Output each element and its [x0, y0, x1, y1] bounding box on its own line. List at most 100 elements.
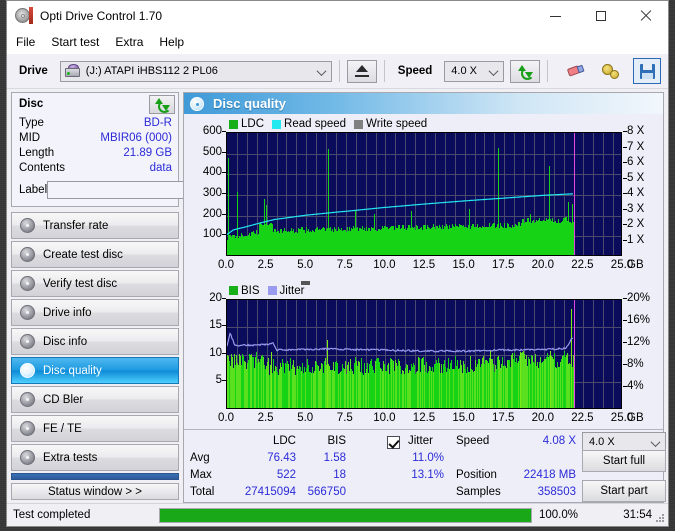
- erase-button[interactable]: [563, 59, 589, 83]
- settings-button[interactable]: [597, 59, 623, 83]
- bis-jitter-chart[interactable]: BIS Jitter 20 15 10 5 20% 16% 12% 8% 4% 0.0 2.5 5.0 7.…: [184, 279, 663, 429]
- sidebar-item-fe-te[interactable]: FE / TE: [11, 415, 179, 442]
- legend-label: LDC: [241, 118, 265, 130]
- legend-item: Read speed: [272, 118, 346, 130]
- y-axis-label-right: 2 X: [623, 218, 644, 230]
- stats-jitter-max: 13.1%: [411, 469, 444, 481]
- window-controls: [533, 1, 668, 31]
- legend-swatch: [272, 119, 282, 129]
- sidebar-item-extra-tests[interactable]: Extra tests: [11, 444, 179, 471]
- minimize-button[interactable]: [533, 1, 578, 31]
- stats-row-label-total: Total: [190, 486, 215, 498]
- axis-tick: [623, 297, 627, 299]
- x-axis-label: 2.5: [257, 411, 274, 424]
- start-full-button[interactable]: Start full: [582, 450, 666, 472]
- axis-tick: [623, 162, 627, 163]
- disc-icon: [20, 421, 35, 436]
- legend-label: Jitter: [279, 284, 305, 297]
- chevron-down-icon: [318, 69, 325, 76]
- menu-help[interactable]: Help: [159, 35, 184, 49]
- stats-row-label-avg: Avg: [190, 452, 210, 464]
- disc-icon: [20, 276, 35, 291]
- disc-label-row: Label: [19, 179, 252, 201]
- position-marker-line: [573, 133, 575, 255]
- status-window-label: Status window > >: [48, 485, 142, 498]
- sidebar-item-disc-info[interactable]: Disc info: [11, 328, 179, 355]
- sidebar-item-create-test-disc[interactable]: Create test disc: [11, 241, 179, 268]
- disc-contents-value: data: [149, 162, 172, 174]
- toolbar-divider-3: [547, 60, 549, 82]
- floppy-disk-icon: [639, 63, 655, 79]
- axis-tick: [623, 146, 627, 148]
- page-title: Disc quality: [213, 96, 286, 111]
- y-axis-label-right: 12%: [623, 336, 650, 348]
- y-axis-label-left: 200: [192, 208, 226, 220]
- status-bar: Test completed 100.0% 31:54: [7, 503, 668, 526]
- drive-select[interactable]: (J:) ATAPI iHBS112 2 PL06: [59, 60, 332, 82]
- stats-samples-label: Samples: [456, 486, 501, 498]
- x-axis-label: 7.5: [336, 259, 353, 271]
- refresh-icon: [154, 97, 171, 113]
- close-button[interactable]: [623, 1, 668, 31]
- legend-item: BIS: [229, 285, 260, 297]
- disc-row-contents: Contents data: [19, 161, 172, 176]
- plot-area[interactable]: [226, 298, 622, 409]
- sidebar-label: Extra tests: [43, 451, 98, 464]
- stats-speed-value: 4.08 X: [542, 435, 576, 447]
- optical-drive-icon: [64, 64, 81, 78]
- save-button[interactable]: [633, 58, 662, 84]
- eject-button[interactable]: [346, 59, 377, 83]
- x-axis-label: 10.0: [373, 411, 396, 424]
- refresh-button[interactable]: [510, 59, 541, 83]
- stats-bis-max: 18: [333, 469, 346, 481]
- axis-tick: [623, 208, 627, 210]
- app-disc-icon: [15, 7, 33, 25]
- maximize-button[interactable]: [578, 1, 623, 31]
- line-series-layer: [227, 193, 574, 235]
- disc-icon: [20, 247, 35, 262]
- disc-type-value: BD-R: [143, 117, 172, 129]
- gear-icon: [601, 63, 619, 79]
- chevron-down-icon: [490, 69, 497, 76]
- menu-file[interactable]: File: [16, 35, 35, 49]
- status-window-button[interactable]: Status window > >: [11, 483, 179, 500]
- disc-panel: Disc Type BD-R MID MBIR06 (000) Length 2…: [11, 92, 252, 207]
- disc-icon: [20, 305, 35, 320]
- x-axis-label: 0.0: [218, 411, 234, 424]
- y-axis-label-right: 3 X: [623, 203, 644, 215]
- sidebar-item-drive-info[interactable]: Drive info: [11, 299, 179, 326]
- left-column: Disc Type BD-R MID MBIR06 (000) Length 2…: [11, 92, 252, 503]
- x-axis-label: 15.0: [452, 411, 475, 424]
- sidebar-label: CD Bler: [43, 393, 84, 406]
- x-axis-label: 12.5: [412, 411, 436, 424]
- axis-tick: [623, 239, 627, 241]
- start-part-button[interactable]: Start part: [582, 480, 666, 502]
- ldc-chart[interactable]: LDC Read speed Write speed 600 500 400 300 200 1…: [184, 114, 663, 279]
- x-axis-label: 10.0: [373, 259, 396, 271]
- plot-area[interactable]: [226, 132, 622, 256]
- disc-refresh-button[interactable]: [149, 94, 175, 114]
- chart-legend: LDC Read speed Write speed: [229, 118, 435, 130]
- legend-item: LDC: [229, 118, 264, 130]
- sidebar-item-disc-quality[interactable]: Disc quality: [11, 357, 179, 384]
- title-bar: Opti Drive Control 1.70: [7, 1, 668, 31]
- stats-speed-label: Speed: [456, 435, 490, 447]
- sidebar-item-verify-test-disc[interactable]: Verify test disc: [11, 270, 179, 297]
- axis-tick: [222, 325, 226, 327]
- disc-quality-icon: [190, 96, 204, 111]
- y-axis-label-right: 8%: [623, 358, 644, 370]
- axis-tick: [623, 363, 627, 365]
- eraser-icon: [566, 62, 587, 81]
- resize-grip[interactable]: [655, 513, 665, 523]
- jitter-checkbox[interactable]: [387, 436, 400, 449]
- sidebar-item-transfer-rate[interactable]: Transfer rate: [11, 212, 179, 239]
- disc-mid-label: MID: [19, 132, 41, 144]
- menu-extra[interactable]: Extra: [115, 35, 143, 49]
- x-axis-label: 17.5: [491, 411, 515, 424]
- speed-select-stats[interactable]: 4.0 X: [582, 432, 666, 452]
- speed-select[interactable]: 4.0 X: [444, 60, 505, 82]
- menu-start-test[interactable]: Start test: [51, 35, 99, 49]
- x-axis-label: 7.5: [336, 411, 353, 424]
- x-axis-unit: GB: [627, 411, 644, 424]
- sidebar-item-cd-bler[interactable]: CD Bler: [11, 386, 179, 413]
